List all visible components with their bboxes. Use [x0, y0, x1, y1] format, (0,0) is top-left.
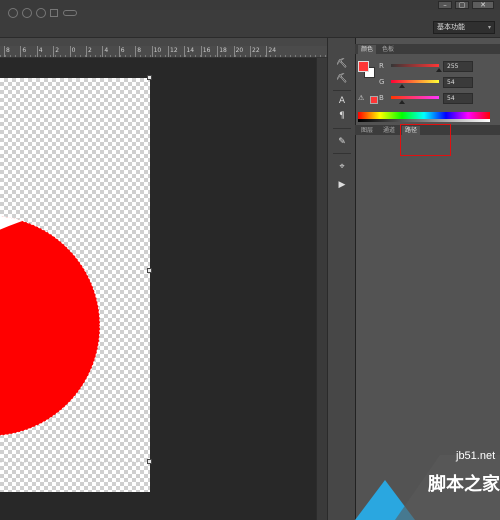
tab-color[interactable]: 颜色: [358, 45, 377, 54]
minimize-button[interactable]: –: [438, 1, 452, 9]
ruler-number: 16: [202, 47, 211, 54]
color-sampler-icon[interactable]: ⛏: [334, 57, 350, 71]
channel-r-value[interactable]: 255: [443, 61, 473, 72]
document-canvas[interactable]: [0, 78, 150, 492]
tab-layers[interactable]: 图层: [358, 126, 376, 135]
rotate-3d-icon[interactable]: [8, 8, 18, 18]
slider-thumb[interactable]: [436, 68, 442, 72]
swatches-tool-icon[interactable]: ⛏: [334, 72, 350, 86]
channel-r-label: R: [379, 62, 384, 70]
channel-r-slider[interactable]: [391, 64, 439, 67]
ruler-number: 20: [235, 47, 244, 54]
canvas-scrollbar[interactable]: [316, 58, 327, 520]
ruler-tick: [217, 46, 219, 57]
tab-channels[interactable]: 通道: [380, 126, 398, 135]
channel-g-value[interactable]: 54: [443, 77, 473, 88]
ruler-number: 24: [268, 47, 277, 54]
paragraph-icon[interactable]: ¶: [334, 109, 350, 123]
grayscale-ramp[interactable]: [358, 119, 490, 122]
slider-thumb[interactable]: [399, 100, 405, 104]
channel-b-slider[interactable]: [391, 96, 439, 99]
ruler-tick: [36, 46, 38, 57]
workspace-label: 基本功能: [437, 23, 465, 31]
ruler-tick: [86, 46, 87, 57]
ruler-number: 6: [120, 47, 125, 54]
ruler-tick: [233, 46, 235, 57]
ruler-number: 6: [22, 47, 27, 54]
channel-g-slider[interactable]: [391, 80, 439, 83]
chevron-down-icon: ▾: [487, 24, 491, 31]
ruler-tick: [266, 46, 268, 57]
divider: [333, 90, 351, 91]
channel-g-label: G: [379, 78, 385, 86]
color-spectrum-bar[interactable]: [358, 112, 490, 119]
channel-b-label: B: [379, 94, 384, 102]
ruler-number: 4: [104, 47, 109, 54]
ruler-number: 22: [252, 47, 260, 54]
drag-3d-icon[interactable]: [36, 8, 46, 18]
ruler-number: 2: [88, 47, 92, 54]
ruler-tick: [102, 46, 104, 57]
watermark-url: jb51.net: [456, 450, 496, 462]
ruler-number: 4: [38, 47, 43, 54]
transform-handle[interactable]: [147, 268, 152, 273]
close-button[interactable]: ✕: [472, 1, 494, 9]
ruler-tick: [53, 46, 55, 57]
tab-swatches[interactable]: 色板: [379, 45, 397, 54]
ruler-number: 10: [153, 47, 162, 54]
roll-3d-icon[interactable]: [22, 8, 32, 18]
ruler-number: 14: [186, 47, 195, 54]
clone-source-icon[interactable]: ⌖: [334, 160, 350, 174]
character-icon[interactable]: A: [334, 94, 350, 108]
ruler-number: 8: [6, 47, 10, 54]
ruler-tick: [118, 46, 120, 57]
gamut-warning-icon: ⚠: [358, 94, 365, 102]
panel-dock: [355, 38, 500, 520]
restore-button[interactable]: ▢: [455, 1, 469, 9]
ruler-tick: [69, 46, 71, 57]
ruler-number: 8: [137, 47, 142, 54]
ruler-tick: [20, 46, 22, 57]
divider: [333, 128, 351, 129]
transform-handle[interactable]: [147, 459, 152, 464]
ruler-number: 0: [71, 47, 76, 54]
gamut-color-swatch[interactable]: [370, 96, 378, 104]
ruler-tick: [135, 46, 137, 57]
annotation-highlight-box: [400, 124, 451, 156]
ruler-tick: [4, 46, 5, 57]
ruler-tick: [151, 46, 153, 57]
logo-artwork: [0, 215, 150, 463]
brush-preset-icon[interactable]: ✎: [334, 135, 350, 149]
ruler-number: 12: [170, 47, 178, 54]
app-title-bar: [0, 0, 500, 10]
ruler-number: 2: [55, 47, 60, 54]
color-panel-header: [355, 44, 500, 54]
slide-3d-icon[interactable]: [50, 9, 58, 17]
divider: [333, 153, 351, 154]
foreground-color-swatch[interactable]: [358, 61, 369, 72]
slider-thumb[interactable]: [399, 84, 405, 88]
actions-play-icon[interactable]: ▶: [334, 178, 350, 192]
ruler-number: 18: [219, 47, 227, 54]
camera-3d-icon[interactable]: [63, 10, 77, 16]
ruler-tick: [250, 46, 251, 57]
workspace-select[interactable]: 基本功能 ▾: [433, 21, 495, 34]
document-tab-strip: [0, 38, 327, 46]
transform-handle[interactable]: [147, 75, 152, 80]
watermark-text: 脚本之家: [428, 474, 500, 495]
ruler-tick: [184, 46, 186, 57]
channel-b-value[interactable]: 54: [443, 93, 473, 104]
ruler-tick: [200, 46, 202, 57]
horizontal-ruler: [0, 46, 327, 58]
ruler-tick: [168, 46, 169, 57]
